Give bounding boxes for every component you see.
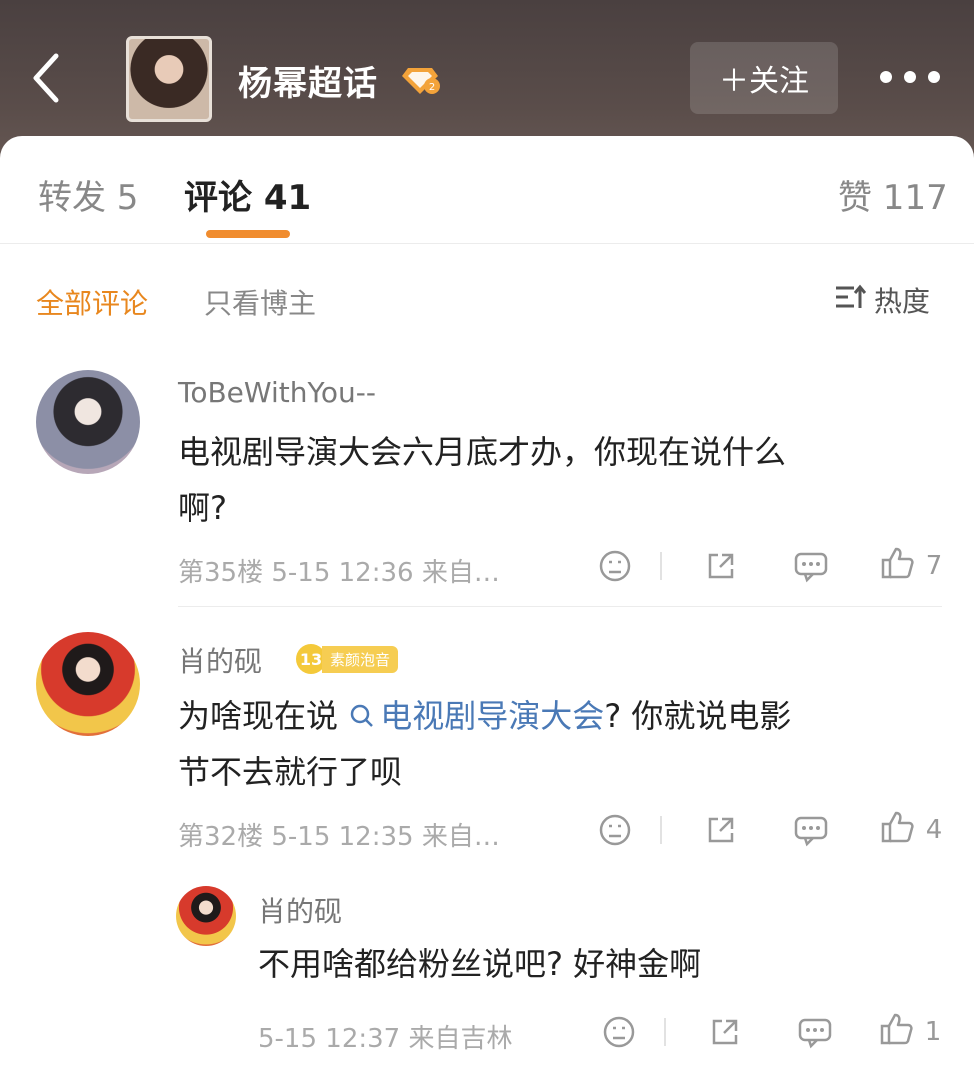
comment-actions: 4 [570, 808, 966, 852]
comment-actions: 7 [570, 544, 966, 588]
filter-all-comments[interactable]: 全部评论 [36, 282, 148, 322]
sort-icon [834, 284, 867, 317]
reply-icon[interactable] [770, 1010, 860, 1054]
page-title: 杨幂超话 [238, 64, 378, 104]
like-button[interactable]: 4 [856, 808, 966, 852]
filter-blogger-only[interactable]: 只看博主 [204, 282, 316, 322]
search-icon [350, 704, 374, 727]
like-button[interactable]: 1 [860, 1010, 960, 1054]
comment-text-line: 电视剧导演大会六月底才办，你现在说什么 [178, 433, 787, 471]
tab-reposts[interactable]: 转发 5 [38, 170, 138, 219]
like-count: 1 [924, 1017, 942, 1047]
comment-meta: 5-15 12:37 来自吉林 [258, 1024, 513, 1054]
thumbs-up-icon [880, 810, 916, 851]
comment-text-line: 不用啥都给粉丝说吧? 好神金啊 [258, 945, 702, 983]
reply-icon[interactable] [766, 808, 856, 852]
comment-text-line: 啊? [178, 489, 227, 527]
share-icon[interactable] [676, 808, 766, 852]
tab-likes[interactable]: 赞 117 [838, 170, 948, 219]
tab-comments[interactable]: 评论 41 [184, 170, 311, 219]
user-avatar[interactable] [176, 886, 236, 946]
comment-meta: 第32楼 5-15 12:35 来自… [178, 822, 500, 852]
comment-actions: 1 [574, 1010, 960, 1054]
divider [664, 1018, 666, 1046]
username[interactable]: 肖的砚 [178, 640, 262, 680]
sort-hot-button[interactable]: 热度 [834, 280, 930, 320]
dislike-icon[interactable] [570, 808, 660, 852]
comment-divider [178, 606, 942, 607]
active-tab-indicator [206, 230, 290, 238]
level-title: 素颜泡音 [322, 645, 399, 673]
comment-meta: 第35楼 5-15 12:36 来自… [178, 558, 500, 588]
comment-text-line: 为啥现在说 电视剧导演大会? 你就说电影 [178, 688, 791, 744]
divider [660, 552, 662, 580]
dislike-icon[interactable] [574, 1010, 664, 1054]
tab-bar: 转发 5 评论 41 赞 117 [0, 136, 974, 244]
like-count: 7 [925, 551, 943, 581]
diamond-badge-icon: 2 [402, 62, 440, 96]
more-options-icon[interactable] [880, 60, 940, 94]
follow-button[interactable]: ＋关注 [690, 42, 838, 114]
topic-link-text: 电视剧导演大会 [380, 697, 605, 735]
back-arrow-icon[interactable] [24, 48, 72, 108]
like-button[interactable]: 7 [856, 544, 966, 588]
user-avatar[interactable] [36, 632, 140, 736]
divider [660, 816, 662, 844]
username[interactable]: ToBeWithYou-- [178, 376, 376, 409]
svg-text:2: 2 [429, 82, 435, 93]
reply-icon[interactable] [766, 544, 856, 588]
comment-text-line: 节不去就行了呗 [178, 753, 403, 791]
comment-text: 为啥现在说 [178, 697, 349, 735]
share-icon[interactable] [676, 544, 766, 588]
share-icon[interactable] [680, 1010, 770, 1054]
username[interactable]: 肖的砚 [258, 890, 342, 930]
user-avatar[interactable] [36, 370, 140, 474]
topic-link[interactable]: 电视剧导演大会 [348, 697, 604, 735]
comment-filters: 全部评论 只看博主 热度 [0, 244, 974, 354]
thumbs-up-icon [880, 546, 916, 587]
comment-text: ? 你就说电影 [604, 697, 792, 735]
supertopic-avatar[interactable] [126, 36, 212, 122]
fan-level-badge: 13 素颜泡音 [296, 644, 399, 674]
dislike-icon[interactable] [570, 544, 660, 588]
thumbs-up-icon [879, 1012, 915, 1053]
like-count: 4 [925, 815, 943, 845]
sort-label: 热度 [874, 285, 931, 318]
